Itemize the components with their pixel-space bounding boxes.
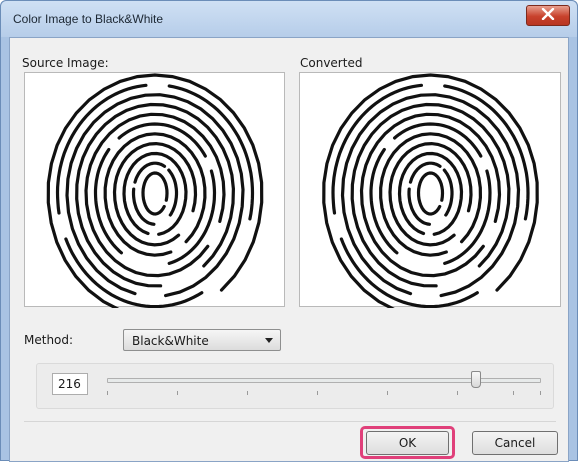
fingerprint-ridge (141, 171, 169, 216)
fingerprint-ridge (322, 73, 539, 308)
close-button[interactable] (526, 5, 570, 26)
fingerprint-ridge (350, 102, 511, 288)
slider-tick (387, 391, 388, 395)
slider-tick (513, 391, 514, 395)
slider-tick (247, 391, 248, 395)
slider-tick (540, 391, 541, 395)
slider-tick (457, 391, 458, 395)
method-selected-value: Black&White (132, 334, 209, 348)
fingerprint-ridge (416, 171, 445, 216)
method-select[interactable]: Black&White (123, 329, 281, 351)
source-image-panel (24, 72, 285, 308)
title-bar[interactable]: Color Image to Black&White (1, 1, 577, 37)
fingerprint-ridge (388, 141, 473, 247)
ok-button[interactable]: OK (366, 431, 449, 455)
dialog-window: Color Image to Black&White Source Image:… (0, 0, 578, 462)
converted-image-panel (299, 72, 561, 308)
threshold-group: 216 (36, 363, 554, 409)
source-fingerprint-image (46, 73, 264, 308)
source-image-label: Source Image: (22, 56, 109, 70)
converted-label: Converted (300, 56, 363, 70)
divider (24, 421, 556, 422)
cancel-button[interactable]: Cancel (472, 431, 558, 455)
close-icon (541, 7, 555, 23)
fingerprint-ridge (443, 84, 530, 221)
threshold-value-field[interactable]: 216 (52, 373, 88, 395)
fingerprint-ridge (112, 141, 198, 247)
method-label: Method: (24, 333, 74, 347)
fingerprint-ridge (46, 73, 264, 308)
slider-tick (107, 391, 108, 395)
fingerprint-ridge (93, 147, 123, 255)
fingerprint-ridge (167, 84, 255, 221)
slider-tick (177, 391, 178, 395)
dialog-content: Source Image: Converted Method: Black&Wh… (9, 37, 569, 462)
fingerprint-ridge (75, 102, 236, 288)
fingerprint-ridge (442, 168, 454, 217)
fingerprint-ridge (167, 168, 179, 217)
fingerprint-ridge (369, 147, 399, 255)
fingerprint-ridge (408, 161, 442, 184)
converted-fingerprint-image (322, 73, 539, 308)
fingerprint-ridge (133, 161, 167, 184)
chevron-down-icon (265, 338, 273, 343)
window-title: Color Image to Black&White (13, 12, 164, 26)
threshold-slider-thumb[interactable] (471, 371, 481, 388)
slider-tick (317, 391, 318, 395)
